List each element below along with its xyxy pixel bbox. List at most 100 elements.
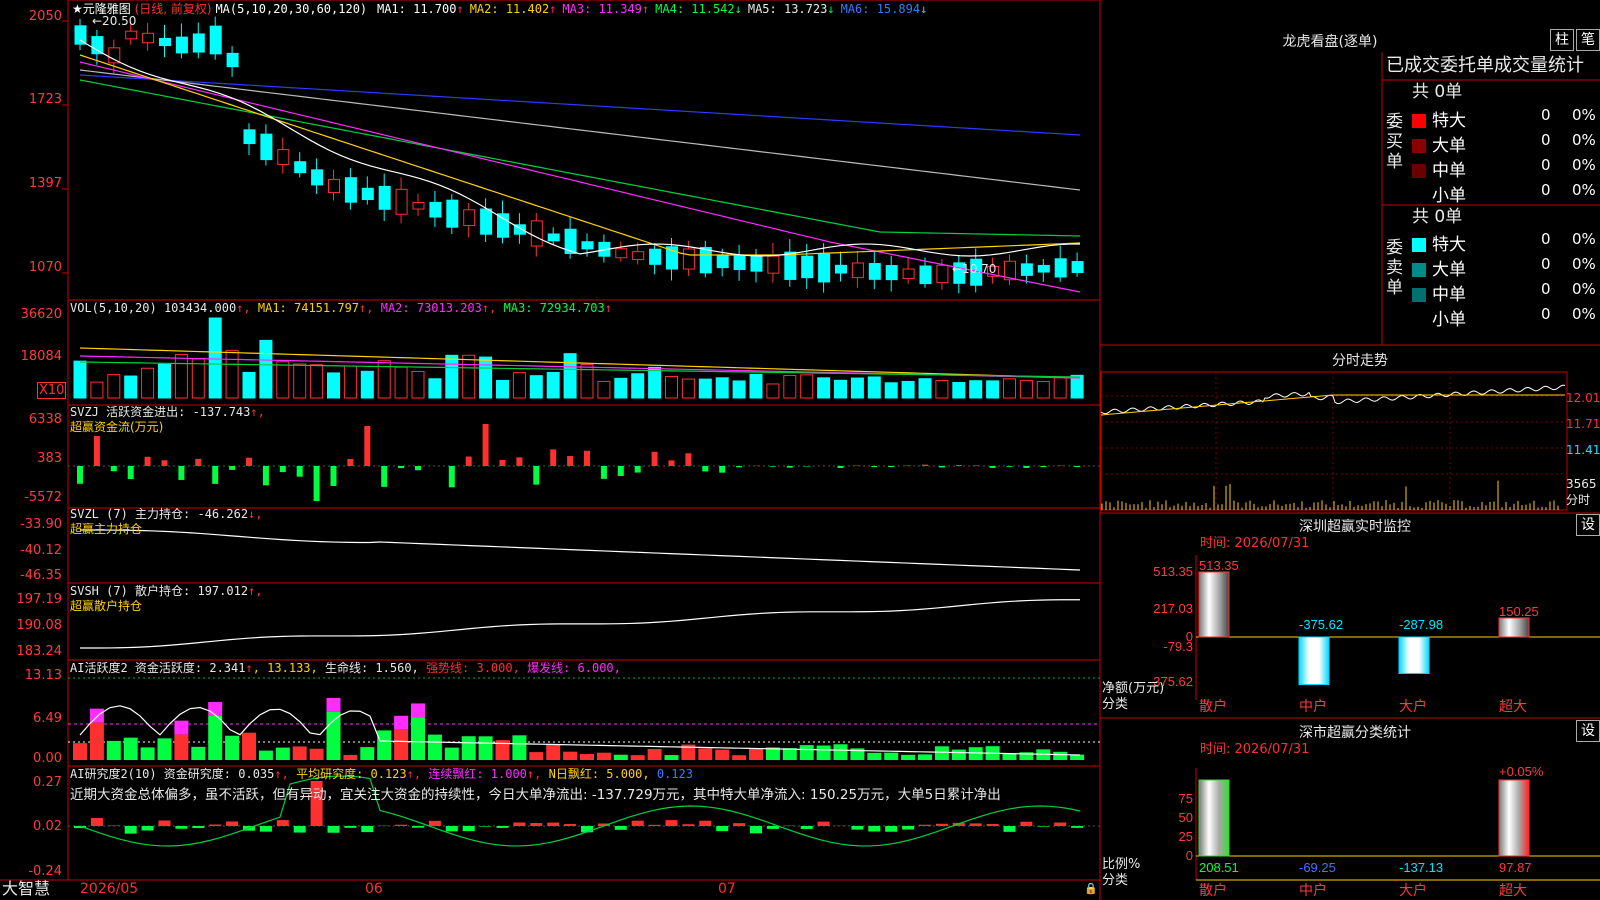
column-view-button[interactable]: 柱 <box>1550 29 1574 51</box>
volume-bar <box>259 339 273 399</box>
svzj-bar <box>736 466 743 468</box>
research-bar <box>614 826 627 830</box>
color-swatch <box>1412 114 1426 128</box>
sz-class-axis-label: 0 <box>1186 848 1193 863</box>
ai-active-bar <box>580 754 594 760</box>
row-label: 大单 <box>1432 136 1466 156</box>
candle-body <box>192 33 205 53</box>
row-percent: 0% <box>1572 106 1596 124</box>
research-bar <box>293 826 306 833</box>
sz-class-ylabel: 比例% <box>1102 857 1141 872</box>
svzj-axis-2: 383 <box>37 451 62 466</box>
sz-class-bar-散户 <box>1198 779 1230 857</box>
lock-icon[interactable]: 🔒 <box>1084 882 1098 896</box>
svzj-bar <box>93 436 100 466</box>
ai-active-bar <box>546 743 561 760</box>
candle-body <box>1020 263 1033 276</box>
candle-body <box>480 208 493 235</box>
ai-active-bar <box>242 732 256 760</box>
ma-value-2: MA2: 11.402↑ <box>469 2 557 16</box>
volume-bar <box>158 363 171 399</box>
sz-monitor-settings-button[interactable]: 设 <box>1576 514 1600 536</box>
row-percent: 0% <box>1572 156 1596 174</box>
volume-bar <box>665 376 678 399</box>
candle-body <box>733 254 746 271</box>
buy-total: 共 0单 <box>1412 82 1463 102</box>
svzl-line <box>79 529 1081 571</box>
volume-bar <box>343 365 357 399</box>
ai-active-bar <box>630 755 645 760</box>
research-bar <box>547 822 560 826</box>
sz-class-bar-value: -69.25 <box>1299 860 1336 875</box>
low-price-marker: ←10.70 <box>952 262 997 276</box>
sz-class-xlabel: 分类 <box>1102 873 1129 888</box>
ai-active-peak <box>326 697 341 712</box>
volume-bar <box>614 377 628 399</box>
candle-body <box>277 149 290 165</box>
ai-active-bar <box>157 738 172 760</box>
volume-bar <box>698 378 712 399</box>
candle-body <box>699 246 712 274</box>
research-bar <box>817 821 830 826</box>
volume-bar <box>90 381 104 399</box>
volume-bar <box>512 372 526 399</box>
volume-bar <box>1053 377 1067 399</box>
volume-bar <box>225 349 239 399</box>
svzl-axis-3: -46.35 <box>20 568 62 583</box>
volume-bar <box>867 376 881 399</box>
ai-active-bar <box>427 734 442 760</box>
research-bar <box>648 824 661 826</box>
volume-bar <box>952 382 966 399</box>
sz-class-settings-button[interactable]: 设 <box>1576 720 1600 742</box>
sz-class-bar-value: 208.51 <box>1199 860 1239 875</box>
period-mode[interactable]: (日线, 前复权) <box>135 2 212 16</box>
color-swatch <box>1412 238 1426 252</box>
svzj-axis-1: 6338 <box>28 412 62 427</box>
candle-body <box>716 254 729 269</box>
ai-research-axis-1: 0.27 <box>33 775 62 790</box>
ai-active-peak <box>174 720 189 735</box>
price-axis-2: 1723 <box>28 92 62 107</box>
volume-bar <box>191 358 205 399</box>
svzj-axis-3: -5572 <box>24 490 62 505</box>
ma-value-1: MA1: 11.700↑ <box>376 2 464 16</box>
candle-body <box>311 169 324 186</box>
volume-multiplier-box[interactable]: X10 <box>37 382 67 399</box>
ai-research-axis-3: -0.24 <box>28 864 62 879</box>
sz-class-top-label: +0.05% <box>1499 764 1544 779</box>
svzj-bar <box>617 466 624 476</box>
sz-monitor-category: 超大 <box>1499 698 1527 714</box>
volume-bar <box>783 375 797 399</box>
brand-logo[interactable]: 大智慧 <box>2 880 50 898</box>
row-count: 0 <box>1541 131 1551 149</box>
sz-monitor-axis-label: 513.35 <box>1153 564 1193 579</box>
svzj-bar <box>769 466 776 467</box>
candle-body <box>1037 264 1050 273</box>
svzj-bar <box>296 466 303 477</box>
volume-bar <box>800 374 814 399</box>
intraday-volume-axis: 3565 <box>1566 477 1597 491</box>
row-count: 0 <box>1541 181 1551 199</box>
ai-active-bar <box>884 752 899 760</box>
svzj-bar <box>482 424 489 466</box>
row-percent: 0% <box>1572 305 1596 323</box>
row-count: 0 <box>1541 305 1551 323</box>
pen-view-button[interactable]: 笔 <box>1576 29 1600 51</box>
ai-active-bar <box>258 750 273 760</box>
candle-body <box>682 248 695 270</box>
star-icon[interactable]: ★ <box>72 2 83 16</box>
research-bar <box>513 822 526 826</box>
chart-canvas[interactable]: 513.35217.030-79.3-375.62513.35散户-375.62… <box>0 0 1600 900</box>
candle-body <box>835 264 847 274</box>
sell-row-1: 特大 <box>1412 230 1466 255</box>
svzj-bar <box>499 459 506 466</box>
ai-active-bar <box>1053 751 1068 760</box>
svzj-bar <box>600 466 607 479</box>
svzj-bar <box>448 466 455 488</box>
svzj-bar <box>871 466 878 468</box>
candle-body <box>429 201 442 218</box>
sz-monitor-bar-散户 <box>1198 571 1230 638</box>
ai-active-bar <box>833 744 848 760</box>
ai-active-bar <box>461 736 476 760</box>
ai-active-bar <box>596 752 611 760</box>
